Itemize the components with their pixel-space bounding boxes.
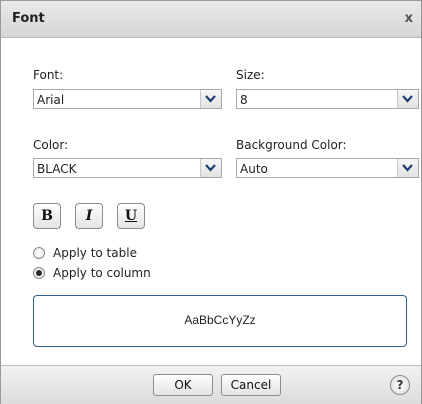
- chevron-down-icon[interactable]: [200, 90, 221, 108]
- size-select-value: 8: [240, 93, 248, 107]
- font-preview-box: AaBbCcYyZz: [33, 295, 407, 347]
- dialog-titlebar: Font x: [1, 1, 421, 38]
- font-dialog: Font x Font: Arial Size: 8 Color: BLACK …: [0, 0, 422, 404]
- color-select-value: BLACK: [37, 162, 77, 176]
- size-select[interactable]: 8: [236, 89, 419, 109]
- cancel-button[interactable]: Cancel: [221, 374, 281, 396]
- ok-button[interactable]: OK: [153, 374, 213, 396]
- apply-to-column-radio[interactable]: [33, 267, 45, 279]
- background-color-select-value: Auto: [240, 162, 268, 176]
- preview-text: AaBbCcYyZz: [184, 313, 256, 327]
- dialog-title: Font: [12, 11, 45, 26]
- help-icon[interactable]: ?: [390, 375, 410, 395]
- underline-button[interactable]: U: [117, 203, 145, 229]
- chevron-down-icon[interactable]: [200, 159, 221, 177]
- italic-button[interactable]: I: [75, 203, 103, 229]
- font-label: Font:: [33, 68, 64, 82]
- chevron-down-icon[interactable]: [397, 90, 418, 108]
- apply-to-table-label: Apply to table: [53, 246, 137, 260]
- bold-button[interactable]: B: [33, 203, 61, 229]
- apply-to-column-label: Apply to column: [53, 266, 151, 280]
- size-label: Size:: [236, 68, 265, 82]
- radio-selected-dot: [36, 270, 42, 276]
- color-select[interactable]: BLACK: [33, 158, 222, 178]
- background-color-label: Background Color:: [236, 138, 347, 152]
- dialog-footer: OK Cancel ?: [1, 365, 421, 404]
- close-icon[interactable]: x: [405, 11, 413, 26]
- color-label: Color:: [33, 138, 69, 152]
- apply-to-table-radio[interactable]: [33, 247, 45, 259]
- font-select-value: Arial: [37, 93, 65, 107]
- font-select[interactable]: Arial: [33, 89, 222, 109]
- chevron-down-icon[interactable]: [397, 159, 418, 177]
- background-color-select[interactable]: Auto: [236, 158, 419, 178]
